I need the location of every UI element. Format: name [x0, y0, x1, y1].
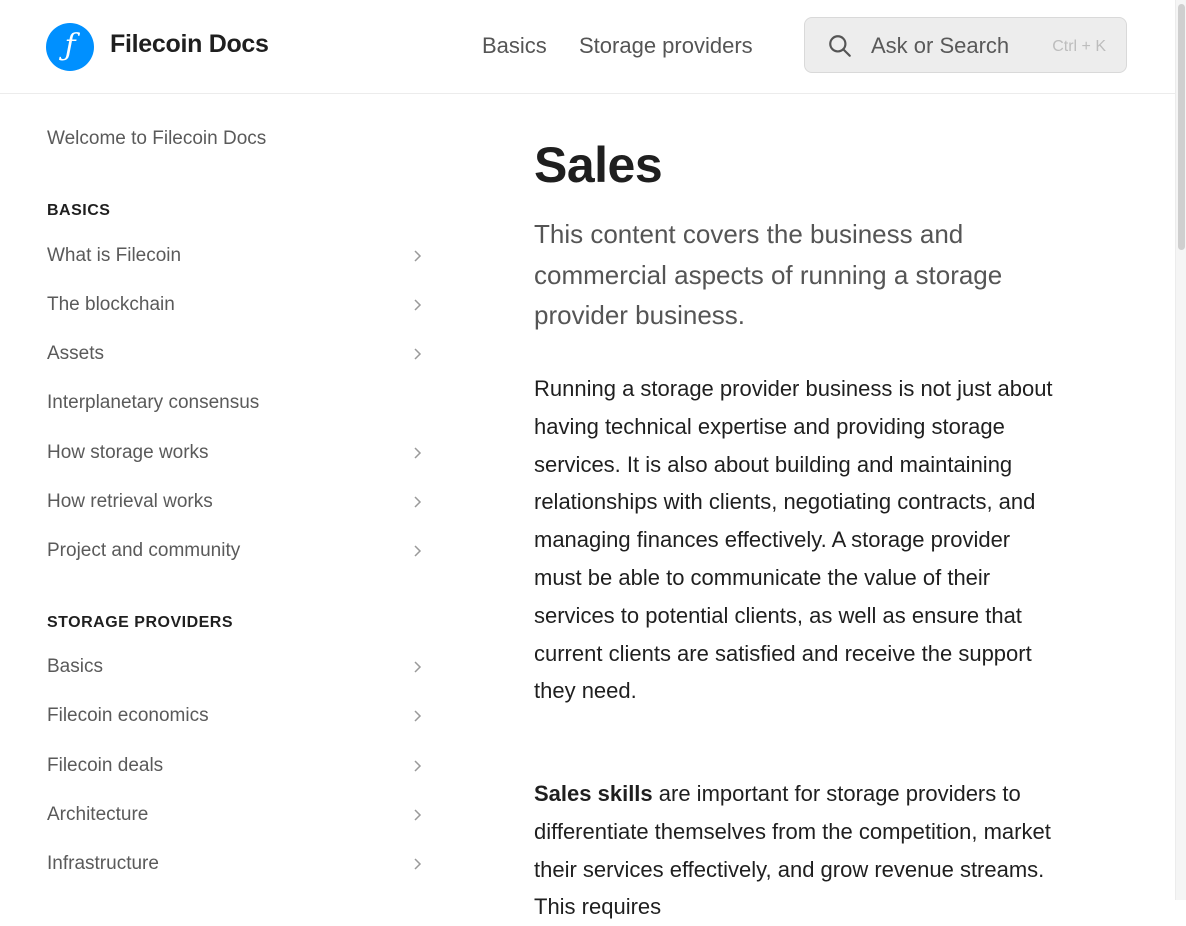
chevron-right-icon[interactable]: [409, 543, 425, 559]
chevron-right-icon[interactable]: [409, 346, 425, 362]
search-icon: [829, 35, 851, 57]
chevron-right-icon[interactable]: [409, 445, 425, 461]
chevron-right-icon[interactable]: [409, 297, 425, 313]
page-scrollbar[interactable]: [1175, 0, 1186, 900]
sidebar-item-label: Basics: [47, 656, 103, 677]
sidebar-item-welcome[interactable]: Welcome to Filecoin Docs: [47, 128, 266, 150]
sidebar-item-label: Assets: [47, 343, 105, 364]
chevron-right-icon[interactable]: [409, 248, 425, 264]
body-paragraph-1: Running a storage provider business is n…: [534, 376, 1053, 704]
page-lead: This content covers the business and com…: [534, 219, 1003, 330]
search-shortcut: Ctrl + K: [1052, 38, 1106, 55]
sidebar-item-what-is-filecoin[interactable]: What is Filecoin: [47, 236, 427, 276]
sales-skills-term: Sales skills: [534, 781, 653, 806]
sidebar-item-architecture[interactable]: Architecture: [47, 795, 427, 835]
page-title: Sales: [534, 137, 663, 193]
sidebar-item-label: The blockchain: [47, 294, 175, 315]
top-nav-storage-providers[interactable]: Storage providers: [579, 33, 753, 59]
sidebar-item-project-and-community[interactable]: Project and community: [47, 531, 427, 571]
site-title[interactable]: Filecoin Docs: [110, 30, 269, 59]
search-placeholder: Ask or Search: [871, 33, 1010, 58]
chevron-right-icon[interactable]: [409, 659, 425, 675]
chevron-right-icon[interactable]: [409, 708, 425, 724]
body-paragraph-2: Sales skills are important for storage p…: [534, 775, 1054, 926]
sidebar-item-filecoin-deals[interactable]: Filecoin deals: [47, 746, 427, 786]
sidebar-item-infrastructure[interactable]: Infrastructure: [47, 844, 427, 884]
sidebar-heading-storage-providers: STORAGE PROVIDERS: [47, 614, 234, 631]
sidebar-item-filecoin-economics[interactable]: Filecoin economics: [47, 696, 427, 736]
scrollbar-thumb[interactable]: [1178, 4, 1185, 250]
chevron-right-icon[interactable]: [409, 856, 425, 872]
sidebar-nav: Welcome to Filecoin Docs BASICS What is …: [0, 94, 450, 900]
sidebar-item-how-storage-works[interactable]: How storage works: [47, 433, 427, 473]
chevron-right-icon[interactable]: [409, 807, 425, 823]
sidebar-item-label: Project and community: [47, 540, 241, 561]
filecoin-logo-glyph: ƒ: [64, 28, 76, 63]
search-box[interactable]: Ask or Search Ctrl + K: [804, 17, 1127, 73]
chevron-right-icon[interactable]: [409, 494, 425, 510]
sidebar-item-interplanetary-consensus[interactable]: Interplanetary consensus: [47, 383, 427, 423]
filecoin-logo[interactable]: ƒ: [46, 23, 94, 71]
sidebar-item-label: How retrieval works: [47, 491, 213, 512]
top-header: ƒ Filecoin Docs Basics Storage providers…: [0, 0, 1175, 94]
sidebar-heading-basics: BASICS: [47, 202, 111, 219]
sidebar-item-the-blockchain[interactable]: The blockchain: [47, 285, 427, 325]
sidebar-item-label: Infrastructure: [47, 853, 159, 874]
top-nav-basics[interactable]: Basics: [482, 33, 547, 59]
sidebar-item-how-retrieval-works[interactable]: How retrieval works: [47, 482, 427, 522]
sidebar-item-label: Filecoin economics: [47, 705, 209, 726]
sidebar-item-label: How storage works: [47, 442, 209, 463]
sidebar-item-label: Architecture: [47, 804, 149, 825]
sidebar-item-label: Filecoin deals: [47, 755, 164, 776]
sidebar-item-assets[interactable]: Assets: [47, 334, 427, 374]
sidebar-item-label: Interplanetary consensus: [47, 392, 260, 413]
chevron-right-icon[interactable]: [409, 758, 425, 774]
sidebar-item-label: What is Filecoin: [47, 245, 182, 266]
sidebar-item-sp-basics[interactable]: Basics: [47, 647, 427, 687]
